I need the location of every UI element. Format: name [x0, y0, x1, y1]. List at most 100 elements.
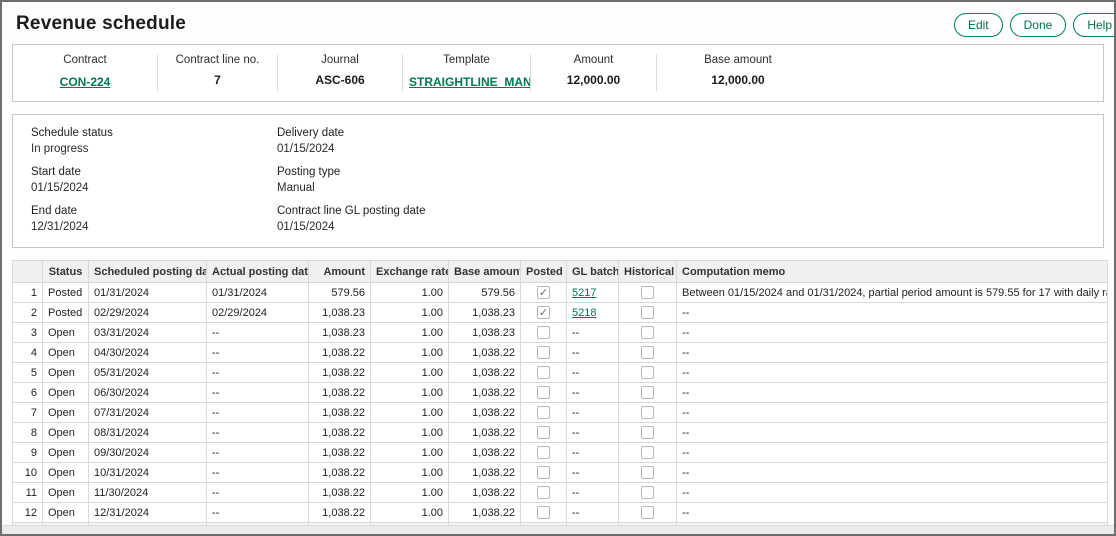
historical-checkbox[interactable]	[641, 426, 654, 439]
cell-base: 1,038.22	[449, 383, 521, 403]
posted-checkbox[interactable]	[537, 386, 550, 399]
summary-field-value[interactable]: CON-224	[60, 75, 111, 89]
cell-posted	[521, 463, 567, 483]
historical-checkbox[interactable]	[641, 306, 654, 319]
cell-memo: --	[677, 443, 1108, 463]
cell-gl: --	[567, 363, 619, 383]
cell-status: Open	[43, 403, 89, 423]
cell-amount: 1,038.22	[309, 343, 371, 363]
cell-scheduled: 02/29/2024	[89, 303, 207, 323]
cell-posted	[521, 363, 567, 383]
historical-checkbox[interactable]	[641, 286, 654, 299]
col-header-status: Status	[43, 261, 89, 283]
cell-amount: 1,038.22	[309, 383, 371, 403]
posted-checkbox[interactable]	[537, 326, 550, 339]
cell-base: 1,038.22	[449, 423, 521, 443]
cell-rate: 1.00	[371, 403, 449, 423]
cell-rate: 1.00	[371, 283, 449, 303]
table-row: 9Open09/30/2024--1,038.221.001,038.22---…	[13, 443, 1108, 463]
detail-field-value: 12/31/2024	[31, 221, 277, 233]
edit-button[interactable]: Edit	[954, 13, 1003, 37]
posted-checkbox[interactable]	[537, 406, 550, 419]
summary-field-label: Journal	[284, 54, 396, 66]
cell-num: 1	[13, 283, 43, 303]
table-row: 4Open04/30/2024--1,038.221.001,038.22---…	[13, 343, 1108, 363]
table-row: 8Open08/31/2024--1,038.221.001,038.22---…	[13, 423, 1108, 443]
cell-memo: Between 01/15/2024 and 01/31/2024, parti…	[677, 283, 1108, 303]
historical-checkbox[interactable]	[641, 506, 654, 519]
cell-scheduled: 10/31/2024	[89, 463, 207, 483]
detail-field: Posting typeManual	[277, 166, 1085, 194]
cell-num: 7	[13, 403, 43, 423]
cell-scheduled: 09/30/2024	[89, 443, 207, 463]
cell-gl: --	[567, 423, 619, 443]
historical-checkbox[interactable]	[641, 406, 654, 419]
summary-field-label: Template	[409, 54, 524, 66]
posted-checkbox[interactable]	[537, 506, 550, 519]
summary-field-value[interactable]: STRAIGHTLINE_MANUAL	[409, 75, 531, 89]
cell-gl: 5217	[567, 283, 619, 303]
cell-rate: 1.00	[371, 463, 449, 483]
posted-checkbox[interactable]	[537, 306, 550, 319]
cell-historical	[619, 343, 677, 363]
cell-historical	[619, 483, 677, 503]
historical-checkbox[interactable]	[641, 486, 654, 499]
cell-amount: 1,038.22	[309, 483, 371, 503]
cell-memo: --	[677, 303, 1108, 323]
help-button[interactable]: Help	[1073, 13, 1116, 37]
historical-checkbox[interactable]	[641, 466, 654, 479]
cell-amount: 1,038.23	[309, 303, 371, 323]
cell-posted	[521, 323, 567, 343]
cell-rate: 1.00	[371, 423, 449, 443]
cell-num: 8	[13, 423, 43, 443]
cell-scheduled: 04/30/2024	[89, 343, 207, 363]
historical-checkbox[interactable]	[641, 446, 654, 459]
historical-checkbox[interactable]	[641, 326, 654, 339]
posted-checkbox[interactable]	[537, 466, 550, 479]
cell-historical	[619, 383, 677, 403]
revenue-schedule-page: Revenue schedule EditDoneHelp ContractCO…	[0, 0, 1116, 536]
summary-field: Template STRAIGHTLINE_MANUAL	[403, 54, 531, 91]
horizontal-scrollbar[interactable]	[2, 525, 1114, 534]
historical-checkbox[interactable]	[641, 366, 654, 379]
summary-field: Contract line no.7	[158, 54, 278, 91]
cell-memo: --	[677, 483, 1108, 503]
done-button[interactable]: Done	[1010, 13, 1067, 37]
cell-historical	[619, 443, 677, 463]
summary-field-label: Amount	[537, 54, 650, 66]
cell-num: 4	[13, 343, 43, 363]
cell-rate: 1.00	[371, 323, 449, 343]
col-header-base: Base amount	[449, 261, 521, 283]
cell-amount: 1,038.22	[309, 423, 371, 443]
summary-field-value: 12,000.00	[537, 73, 650, 87]
detail-field-value: 01/15/2024	[277, 143, 1085, 155]
col-header-gl: GL batch	[567, 261, 619, 283]
cell-actual: --	[207, 483, 309, 503]
cell-status: Open	[43, 443, 89, 463]
cell-memo: --	[677, 403, 1108, 423]
cell-scheduled: 06/30/2024	[89, 383, 207, 403]
cell-actual: --	[207, 403, 309, 423]
cell-base: 1,038.22	[449, 463, 521, 483]
cell-actual: --	[207, 363, 309, 383]
posted-checkbox[interactable]	[537, 426, 550, 439]
detail-field: Delivery date01/15/2024	[277, 127, 1085, 155]
posted-checkbox[interactable]	[537, 286, 550, 299]
cell-num: 11	[13, 483, 43, 503]
cell-rate: 1.00	[371, 503, 449, 523]
cell-status: Open	[43, 463, 89, 483]
cell-status: Open	[43, 383, 89, 403]
detail-field-value: 01/15/2024	[31, 182, 277, 194]
posted-checkbox[interactable]	[537, 486, 550, 499]
gl-batch-link[interactable]: 5217	[572, 287, 596, 299]
cell-posted	[521, 283, 567, 303]
historical-checkbox[interactable]	[641, 346, 654, 359]
cell-memo: --	[677, 343, 1108, 363]
posted-checkbox[interactable]	[537, 346, 550, 359]
historical-checkbox[interactable]	[641, 386, 654, 399]
summary-field-label: Contract	[19, 54, 151, 66]
posted-checkbox[interactable]	[537, 366, 550, 379]
schedule-table: StatusScheduled posting dateActual posti…	[12, 260, 1108, 536]
gl-batch-link[interactable]: 5218	[572, 307, 596, 319]
posted-checkbox[interactable]	[537, 446, 550, 459]
